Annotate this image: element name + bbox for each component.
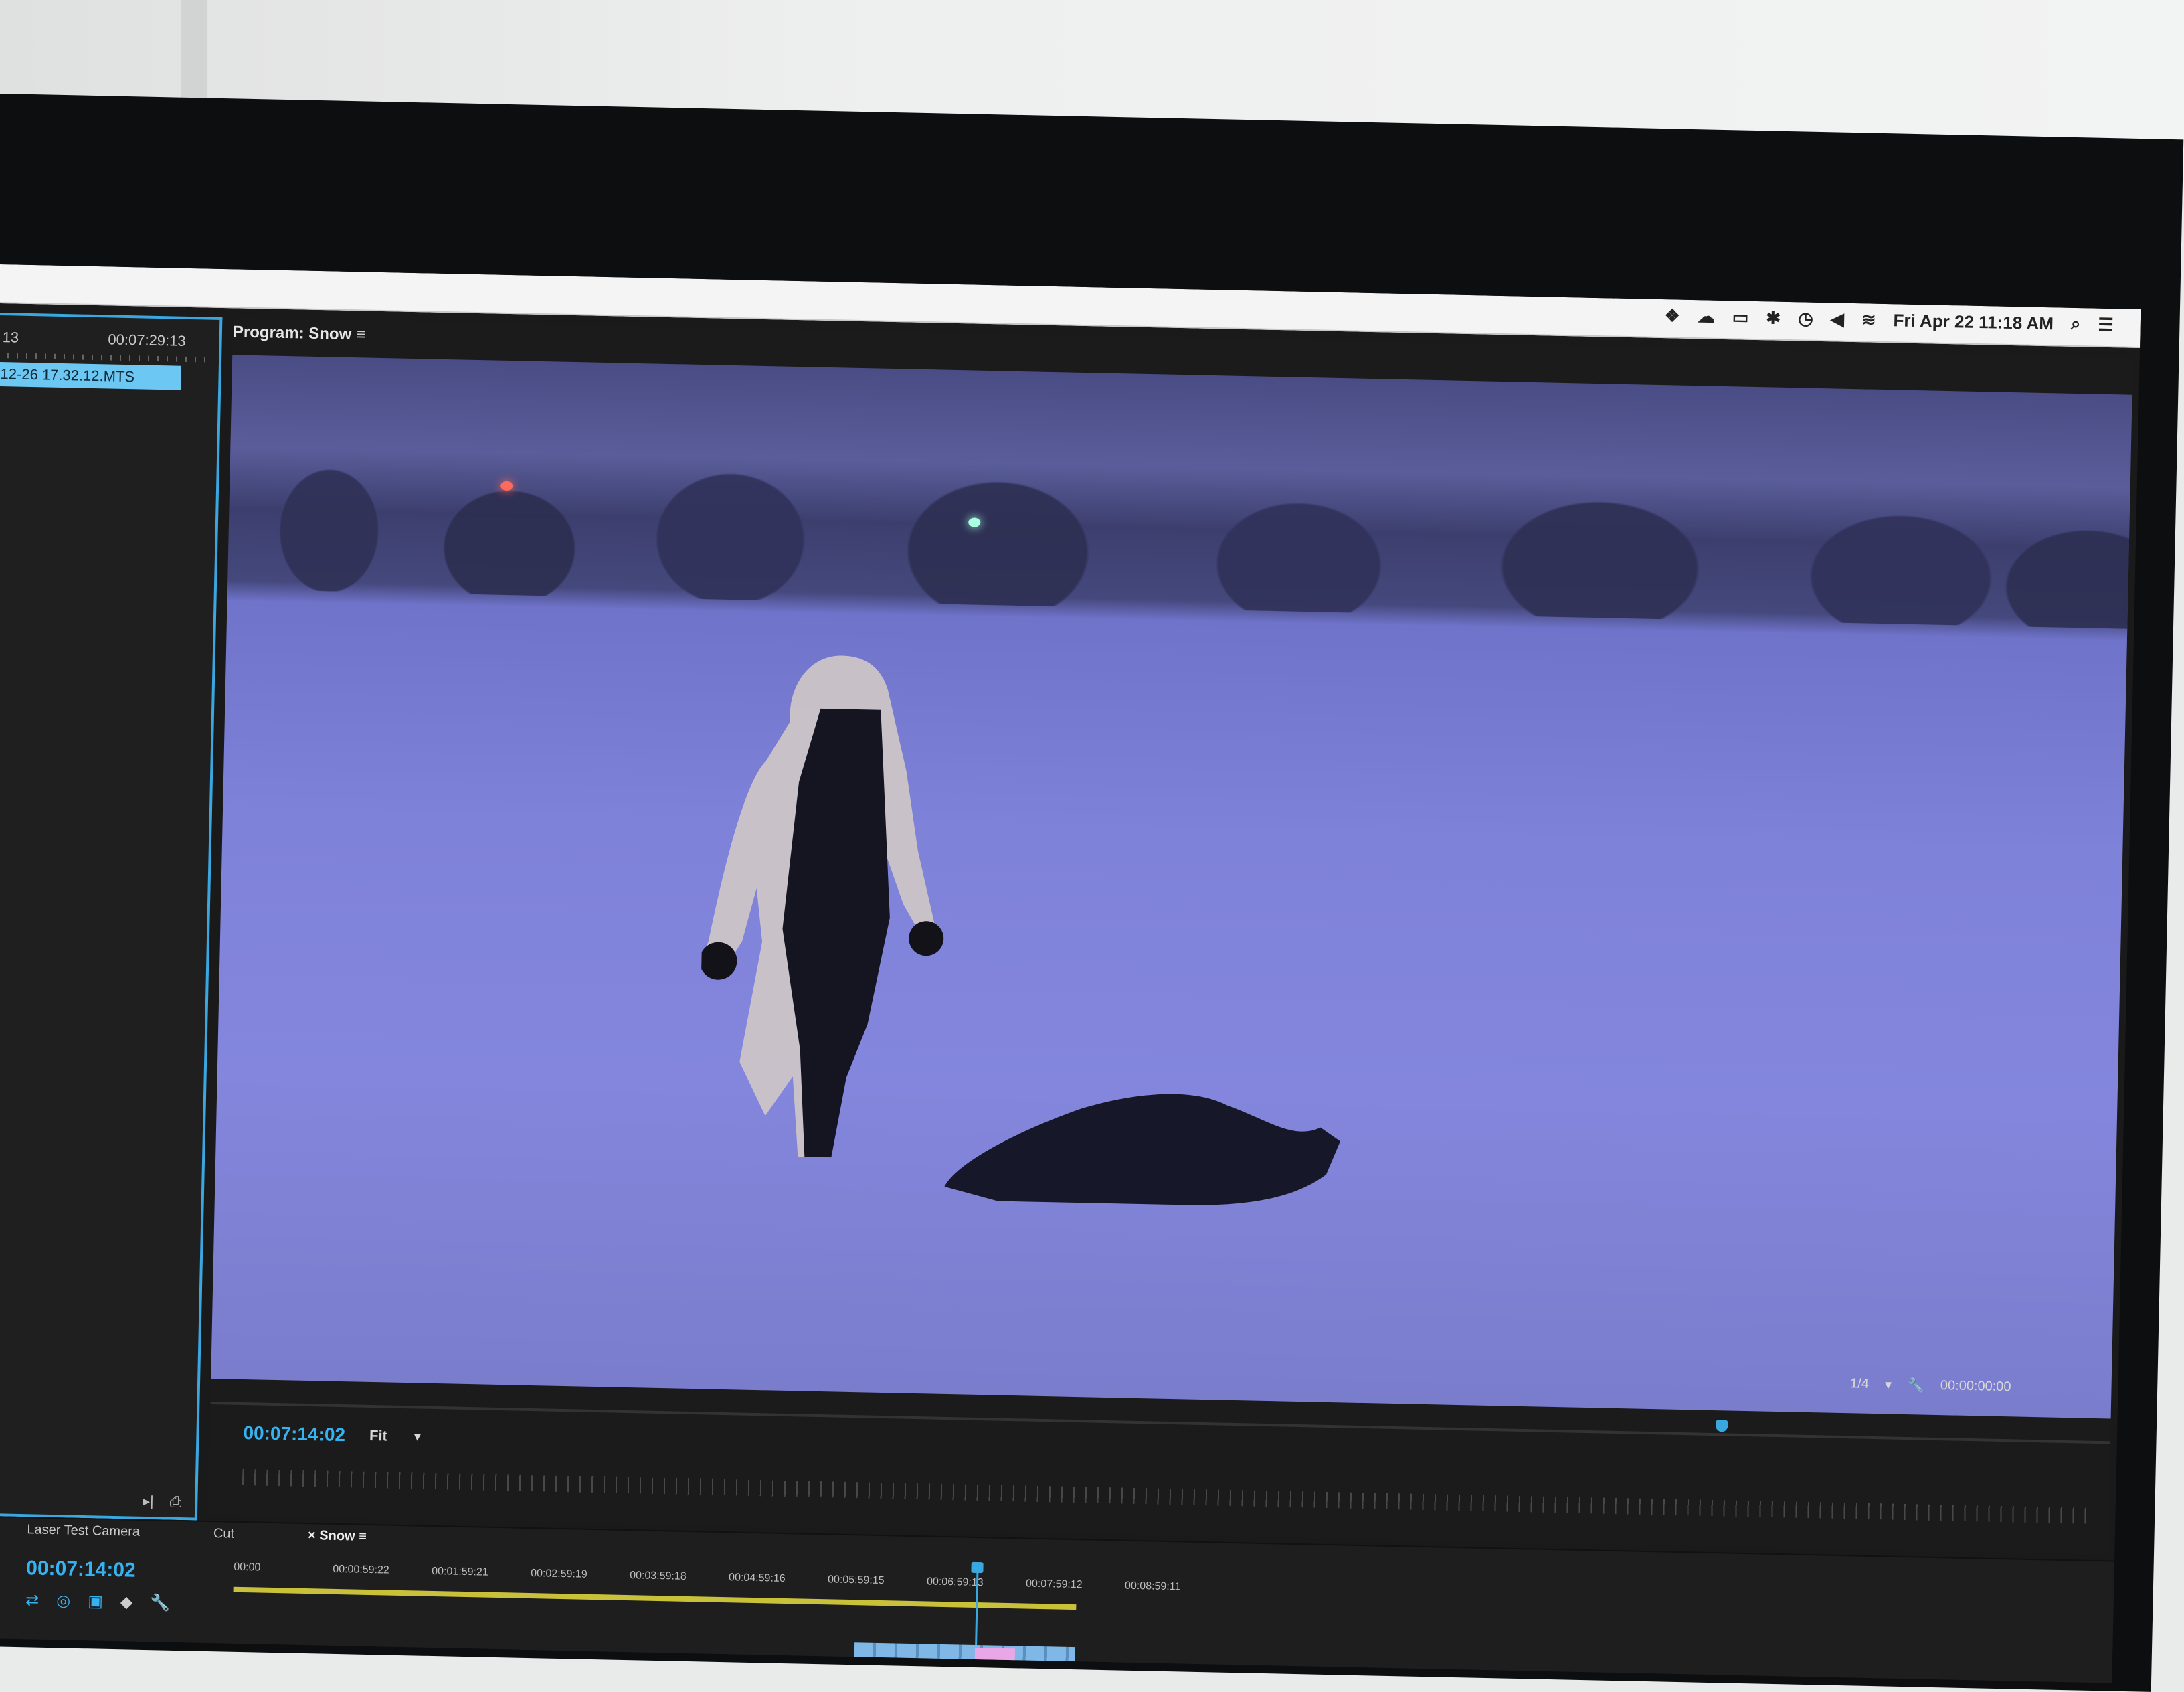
ruler-tick: 00:01:59:21 xyxy=(432,1565,488,1578)
tab-snow-label: Snow xyxy=(319,1528,355,1544)
settings-wrench-icon[interactable]: 🔧 xyxy=(150,1593,170,1613)
wrench-icon[interactable]: 🔧 xyxy=(1908,1377,1924,1394)
chevron-down-icon[interactable]: ▼ xyxy=(412,1430,424,1444)
tab-menu-icon[interactable]: ≡ xyxy=(359,1529,367,1544)
ruler-tick: 00:00 xyxy=(234,1561,261,1574)
ruler-tick: 00:07:59:12 xyxy=(1025,1578,1083,1591)
export-frame-icon[interactable]: ⎙ xyxy=(169,1493,181,1511)
timeline-ruler[interactable]: 00:00 00:00:59:22 00:01:59:21 00:02:59:1… xyxy=(234,1561,2107,1621)
linked-selection-icon[interactable]: ◎ xyxy=(56,1591,71,1610)
volume-icon[interactable]: ◀ xyxy=(1831,309,1845,329)
tab-close-icon[interactable]: × xyxy=(308,1528,316,1543)
timeline-toolbar: ⇄ ◎ ▣ ◆ 🔧 xyxy=(25,1590,171,1613)
ruler-tick: 00:08:59:11 xyxy=(1124,1580,1181,1593)
marker-icon[interactable]: ◆ xyxy=(120,1592,133,1612)
program-ruler[interactable] xyxy=(242,1468,2089,1524)
tab-snow[interactable]: × Snow ≡ xyxy=(308,1528,367,1545)
timeline-tabs: Laser Test Camera Cut × Snow ≡ xyxy=(27,1522,367,1545)
wall-corner xyxy=(181,0,207,100)
source-panel-controls: ▸| ⎙ xyxy=(143,1493,182,1511)
source-tc-right: 00:07:29:13 xyxy=(108,331,186,349)
program-timecode[interactable]: 00:07:14:02 xyxy=(243,1422,345,1446)
zoom-fit-select[interactable]: Fit xyxy=(369,1427,387,1445)
time-machine-icon[interactable]: ◷ xyxy=(1798,308,1813,329)
source-tc-left: 13 xyxy=(2,329,19,346)
ruler-tick: 00:05:59:15 xyxy=(827,1574,885,1587)
display-icon[interactable]: ▭ xyxy=(1732,307,1749,328)
ruler-tick: 00:04:59:16 xyxy=(728,1572,786,1585)
program-monitor: Program: Snow ≡ 1/4 ▾ 🔧 00:00:00:00 00:0… xyxy=(207,317,2133,1555)
tab-laser-test-camera[interactable]: Laser Test Camera xyxy=(27,1522,140,1540)
program-controls: 00:07:14:02 Fit ▼ xyxy=(243,1422,424,1448)
source-clip-item[interactable]: 12-26 17.32.12.MTS xyxy=(0,361,181,390)
insert-icon[interactable]: ▸| xyxy=(143,1493,154,1510)
resolution-select[interactable]: 1/4 xyxy=(1850,1376,1869,1392)
program-duration: 00:00:00:00 xyxy=(1940,1378,2011,1395)
dropbox-icon[interactable]: ❖ xyxy=(1664,305,1680,326)
tab-cut[interactable]: Cut xyxy=(213,1526,235,1542)
monitor-screen: ❖ ☁ ▭ ✱ ◷ ◀ ≋ Fri Apr 22 11:18 AM ⌕ ☰ 13… xyxy=(0,264,2141,1683)
program-display-controls: 1/4 ▾ 🔧 00:00:00:00 xyxy=(1850,1375,2011,1395)
menubar-clock[interactable]: Fri Apr 22 11:18 AM xyxy=(1893,310,2054,334)
treeline xyxy=(227,395,2132,629)
ruler-tick: 00:00:59:22 xyxy=(333,1563,389,1576)
lying-figure xyxy=(944,1094,1340,1205)
wifi-icon[interactable]: ≋ xyxy=(1861,309,1876,330)
list-icon[interactable]: ☰ xyxy=(2098,314,2114,335)
search-icon[interactable]: ⌕ xyxy=(2071,313,2081,335)
add-marker-icon[interactable]: ▣ xyxy=(88,1592,103,1611)
source-ruler-labels: 13 00:07:29:13 xyxy=(0,325,213,356)
source-panel: 13 00:07:29:13 12-26 17.32.12.MTS ▸| ⎙ xyxy=(0,312,223,1521)
menubar-status-area: ❖ ☁ ▭ ✱ ◷ ◀ ≋ Fri Apr 22 11:18 AM ⌕ ☰ xyxy=(1664,305,2114,335)
ruler-tick: 00:02:59:19 xyxy=(531,1568,587,1580)
snap-icon[interactable]: ⇄ xyxy=(25,1590,39,1610)
video-frame xyxy=(211,355,2132,1419)
program-playhead[interactable] xyxy=(1716,1420,1728,1432)
panel-menu-icon[interactable]: ≡ xyxy=(357,325,367,344)
ruler-tick: 00:03:59:18 xyxy=(630,1570,687,1582)
cloud-icon[interactable]: ☁ xyxy=(1697,306,1716,327)
bluetooth-icon[interactable]: ✱ xyxy=(1766,307,1781,328)
resolution-dropdown-icon[interactable]: ▾ xyxy=(1885,1376,1892,1393)
program-monitor-title[interactable]: Program: Snow xyxy=(233,323,352,344)
timeline-timecode[interactable]: 00:07:14:02 xyxy=(26,1557,136,1582)
